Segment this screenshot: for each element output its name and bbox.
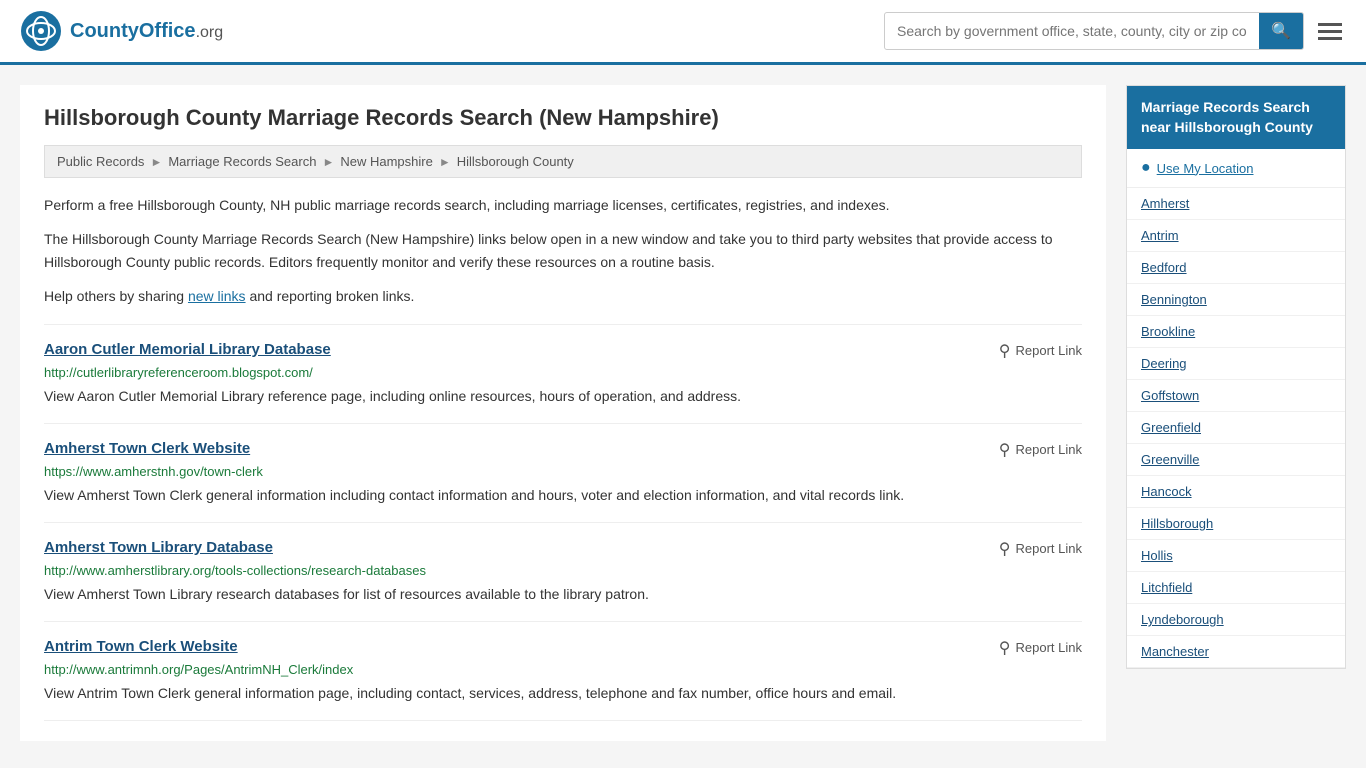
menu-line-3 — [1318, 37, 1342, 40]
search-input[interactable] — [885, 15, 1259, 47]
report-label-3: Report Link — [1016, 640, 1082, 655]
report-label-1: Report Link — [1016, 442, 1082, 457]
report-icon-1: ⚲ — [999, 440, 1011, 460]
result-desc-0: View Aaron Cutler Memorial Library refer… — [44, 386, 1082, 407]
desc-para3-suffix: and reporting broken links. — [246, 288, 415, 304]
result-header: Antrim Town Clerk Website ⚲ Report Link — [44, 638, 1082, 658]
sidebar-link-manchester[interactable]: Manchester — [1127, 636, 1345, 668]
report-link-2[interactable]: ⚲ Report Link — [999, 539, 1082, 559]
breadcrumb-sep-2: ► — [322, 155, 334, 169]
report-label-0: Report Link — [1016, 343, 1082, 358]
logo-text: CountyOffice.org — [70, 20, 223, 43]
results-container: Aaron Cutler Memorial Library Database ⚲… — [44, 324, 1082, 721]
sidebar-links: AmherstAntrimBedfordBenningtonBrooklineD… — [1127, 188, 1345, 668]
site-header: CountyOffice.org 🔍 — [0, 0, 1366, 65]
search-bar: 🔍 — [884, 12, 1304, 50]
sidebar-link-lyndeborough[interactable]: Lyndeborough — [1127, 604, 1345, 636]
result-url-3[interactable]: http://www.antrimnh.org/Pages/AntrimNH_C… — [44, 662, 1082, 677]
breadcrumb-public-records[interactable]: Public Records — [57, 154, 144, 169]
result-desc-1: View Amherst Town Clerk general informat… — [44, 485, 1082, 506]
logo-area: CountyOffice.org — [20, 10, 223, 52]
breadcrumb: Public Records ► Marriage Records Search… — [44, 145, 1082, 178]
result-header: Amherst Town Library Database ⚲ Report L… — [44, 539, 1082, 559]
menu-button[interactable] — [1314, 19, 1346, 44]
result-header: Aaron Cutler Memorial Library Database ⚲… — [44, 341, 1082, 361]
menu-line-1 — [1318, 23, 1342, 26]
report-icon-0: ⚲ — [999, 341, 1011, 361]
sidebar-link-bennington[interactable]: Bennington — [1127, 284, 1345, 316]
sidebar-link-amherst[interactable]: Amherst — [1127, 188, 1345, 220]
result-url-2[interactable]: http://www.amherstlibrary.org/tools-coll… — [44, 563, 1082, 578]
content-area: Hillsborough County Marriage Records Sea… — [0, 65, 1366, 761]
result-desc-2: View Amherst Town Library research datab… — [44, 584, 1082, 605]
sidebar-link-greenville[interactable]: Greenville — [1127, 444, 1345, 476]
sidebar-link-hollis[interactable]: Hollis — [1127, 540, 1345, 572]
description-para3: Help others by sharing new links and rep… — [44, 285, 1082, 307]
sidebar-link-hancock[interactable]: Hancock — [1127, 476, 1345, 508]
report-link-3[interactable]: ⚲ Report Link — [999, 638, 1082, 658]
report-icon-3: ⚲ — [999, 638, 1011, 658]
sidebar-link-brookline[interactable]: Brookline — [1127, 316, 1345, 348]
result-url-0[interactable]: http://cutlerlibraryreferenceroom.blogsp… — [44, 365, 1082, 380]
result-title-3[interactable]: Antrim Town Clerk Website — [44, 638, 238, 655]
report-link-1[interactable]: ⚲ Report Link — [999, 440, 1082, 460]
description-para2: The Hillsborough County Marriage Records… — [44, 228, 1082, 273]
sidebar-link-hillsborough[interactable]: Hillsborough — [1127, 508, 1345, 540]
header-right: 🔍 — [884, 12, 1346, 50]
result-title-0[interactable]: Aaron Cutler Memorial Library Database — [44, 341, 331, 358]
logo-icon — [20, 10, 62, 52]
report-link-0[interactable]: ⚲ Report Link — [999, 341, 1082, 361]
breadcrumb-sep-1: ► — [150, 155, 162, 169]
main-content: Hillsborough County Marriage Records Sea… — [20, 85, 1106, 741]
location-icon: ● — [1141, 159, 1151, 177]
description-para1: Perform a free Hillsborough County, NH p… — [44, 194, 1082, 216]
main-wrapper: Hillsborough County Marriage Records Sea… — [0, 65, 1366, 768]
sidebar-header: Marriage Records Search near Hillsboroug… — [1127, 86, 1345, 149]
breadcrumb-hillsborough: Hillsborough County — [457, 154, 574, 169]
result-header: Amherst Town Clerk Website ⚲ Report Link — [44, 440, 1082, 460]
report-label-2: Report Link — [1016, 541, 1082, 556]
result-item: Antrim Town Clerk Website ⚲ Report Link … — [44, 622, 1082, 721]
result-title-1[interactable]: Amherst Town Clerk Website — [44, 440, 250, 457]
result-title-2[interactable]: Amherst Town Library Database — [44, 539, 273, 556]
sidebar-box: Marriage Records Search near Hillsboroug… — [1126, 85, 1346, 669]
menu-line-2 — [1318, 30, 1342, 33]
result-desc-3: View Antrim Town Clerk general informati… — [44, 683, 1082, 704]
use-my-location[interactable]: ● Use My Location — [1127, 149, 1345, 188]
breadcrumb-new-hampshire[interactable]: New Hampshire — [340, 154, 432, 169]
search-button[interactable]: 🔍 — [1259, 13, 1303, 49]
desc-para3-prefix: Help others by sharing — [44, 288, 188, 304]
sidebar: Marriage Records Search near Hillsboroug… — [1126, 85, 1346, 741]
result-item: Amherst Town Clerk Website ⚲ Report Link… — [44, 424, 1082, 523]
report-icon-2: ⚲ — [999, 539, 1011, 559]
sidebar-link-litchfield[interactable]: Litchfield — [1127, 572, 1345, 604]
result-item: Amherst Town Library Database ⚲ Report L… — [44, 523, 1082, 622]
sidebar-link-deering[interactable]: Deering — [1127, 348, 1345, 380]
result-item: Aaron Cutler Memorial Library Database ⚲… — [44, 324, 1082, 424]
sidebar-link-greenfield[interactable]: Greenfield — [1127, 412, 1345, 444]
breadcrumb-marriage-records[interactable]: Marriage Records Search — [168, 154, 316, 169]
new-links-link[interactable]: new links — [188, 288, 246, 304]
result-url-1[interactable]: https://www.amherstnh.gov/town-clerk — [44, 464, 1082, 479]
breadcrumb-sep-3: ► — [439, 155, 451, 169]
sidebar-link-antrim[interactable]: Antrim — [1127, 220, 1345, 252]
page-title: Hillsborough County Marriage Records Sea… — [44, 105, 1082, 131]
sidebar-link-goffstown[interactable]: Goffstown — [1127, 380, 1345, 412]
location-text: Use My Location — [1157, 161, 1254, 176]
sidebar-link-bedford[interactable]: Bedford — [1127, 252, 1345, 284]
